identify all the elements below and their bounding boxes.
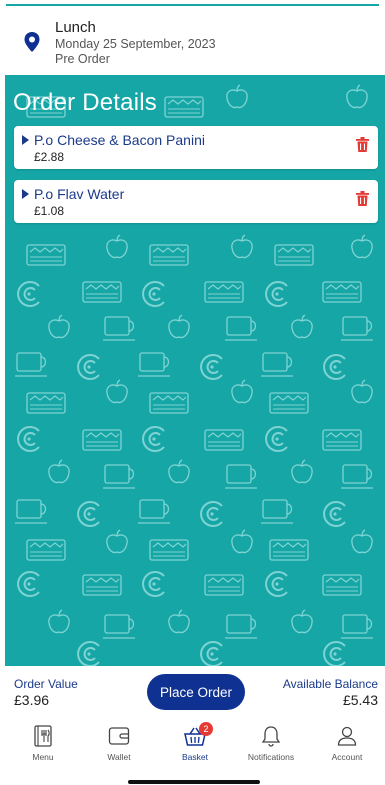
nav-label: Wallet [107, 752, 131, 762]
expand-caret-icon[interactable] [22, 189, 29, 199]
order-item[interactable]: P.o Cheese & Bacon Panini £2.88 [14, 126, 378, 169]
order-item-name: P.o Flav Water [34, 186, 125, 202]
nav-label: Notifications [247, 752, 295, 762]
nav-item-account[interactable]: Account [312, 721, 382, 767]
meal-date: Monday 25 September, 2023 [55, 37, 216, 51]
nav-item-menu[interactable]: Menu [8, 721, 78, 767]
bell-icon [261, 726, 281, 747]
meal-order-type: Pre Order [55, 52, 110, 66]
order-item-price: £1.08 [34, 204, 65, 218]
nav-label: Basket [182, 752, 208, 762]
available-balance-amount: £5.43 [342, 692, 378, 708]
place-order-button[interactable]: Place Order [147, 674, 245, 710]
expand-caret-icon[interactable] [22, 135, 29, 145]
order-value-amount: £3.96 [14, 692, 50, 708]
checkout-footer: Order Value £3.96 Place Order Available … [0, 666, 385, 785]
order-item-price: £2.88 [34, 150, 65, 164]
order-item-name: P.o Cheese & Bacon Panini [34, 132, 205, 148]
nav-item-notifications[interactable]: Notifications [236, 721, 306, 767]
bottom-nav: Menu Wallet 2 Basket Notifications Accou… [0, 721, 385, 767]
order-value-label: Order Value [14, 677, 78, 691]
person-icon [337, 726, 357, 746]
meal-title: Lunch [55, 19, 96, 36]
nav-item-basket[interactable]: 2 Basket [160, 721, 230, 767]
session-header[interactable]: Lunch Monday 25 September, 2023 Pre Orde… [0, 6, 385, 75]
delete-trash-icon[interactable] [356, 191, 369, 206]
order-details-heading: Order Details [13, 89, 157, 116]
wallet-icon [108, 727, 130, 745]
order-panel: Order Details P.o Cheese & Bacon Panini … [5, 75, 385, 666]
order-item[interactable]: P.o Flav Water £1.08 [14, 180, 378, 223]
basket-count-badge: 2 [199, 722, 213, 736]
nav-label: Menu [32, 752, 54, 762]
nav-item-wallet[interactable]: Wallet [84, 721, 154, 767]
delete-trash-icon[interactable] [356, 137, 369, 152]
home-indicator[interactable] [128, 780, 260, 784]
menu-book-icon [34, 725, 52, 747]
available-balance-label: Available Balance [282, 677, 378, 691]
location-pin-icon [24, 32, 40, 52]
nav-label: Account [331, 752, 363, 762]
